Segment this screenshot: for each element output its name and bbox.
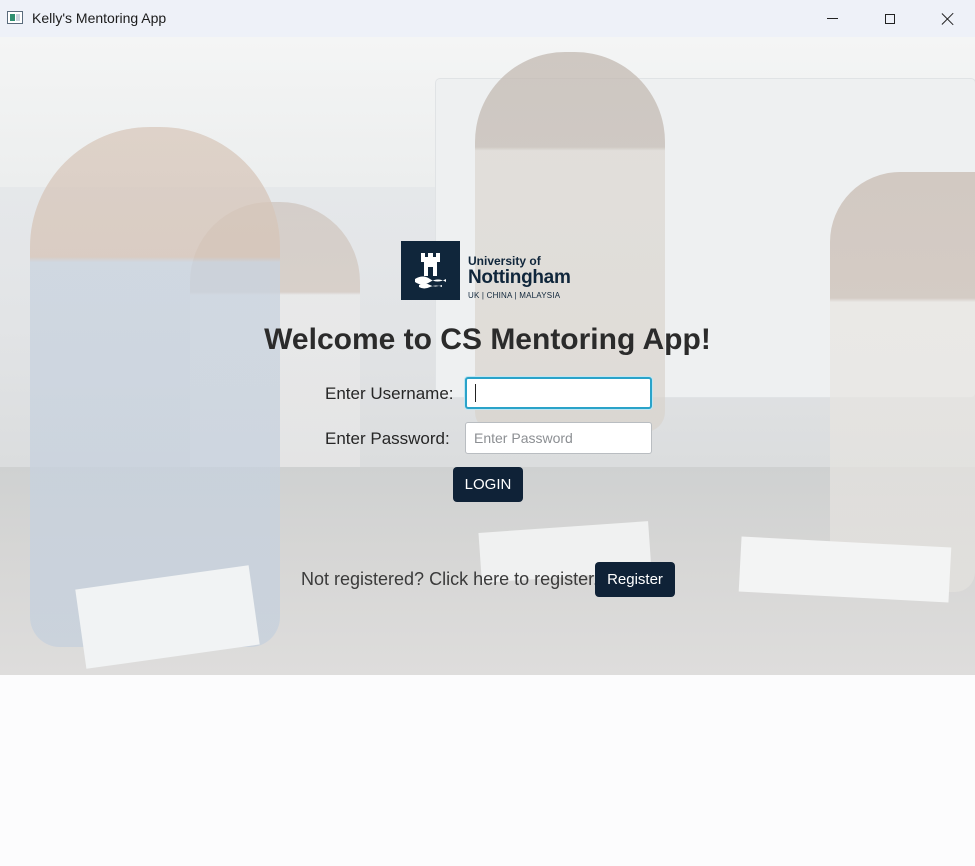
castle-crest-icon [401, 241, 460, 300]
password-label: Enter Password: [325, 429, 450, 448]
username-input[interactable] [465, 377, 652, 409]
username-label: Enter Username: [325, 384, 454, 403]
minimize-button[interactable] [803, 0, 861, 37]
page-title: Welcome to CS Mentoring App! [264, 323, 711, 356]
logo-line-2: Nottingham [468, 267, 571, 288]
bg-person [830, 172, 975, 592]
university-logo: University of Nottingham UK | CHINA | MA… [401, 241, 571, 300]
logo-wordmark: University of Nottingham UK | CHINA | MA… [468, 241, 571, 301]
window-title: Kelly's Mentoring App [32, 10, 167, 26]
register-prompt: Not registered? Click here to register. [301, 569, 599, 589]
title-bar: Kelly's Mentoring App [0, 0, 975, 37]
bg-paper [738, 536, 952, 603]
app-window-icon [7, 11, 23, 24]
text-caret [475, 384, 476, 402]
register-button[interactable]: Register [595, 562, 675, 597]
maximize-button[interactable] [861, 0, 919, 37]
empty-area [0, 675, 975, 866]
password-input[interactable] [465, 422, 652, 454]
close-button[interactable] [919, 0, 975, 37]
maximize-icon [885, 13, 895, 24]
close-icon [941, 12, 955, 26]
logo-line-3: UK | CHINA | MALAYSIA [468, 291, 561, 300]
minimize-icon [826, 18, 838, 19]
login-button[interactable]: LOGIN [453, 467, 523, 502]
